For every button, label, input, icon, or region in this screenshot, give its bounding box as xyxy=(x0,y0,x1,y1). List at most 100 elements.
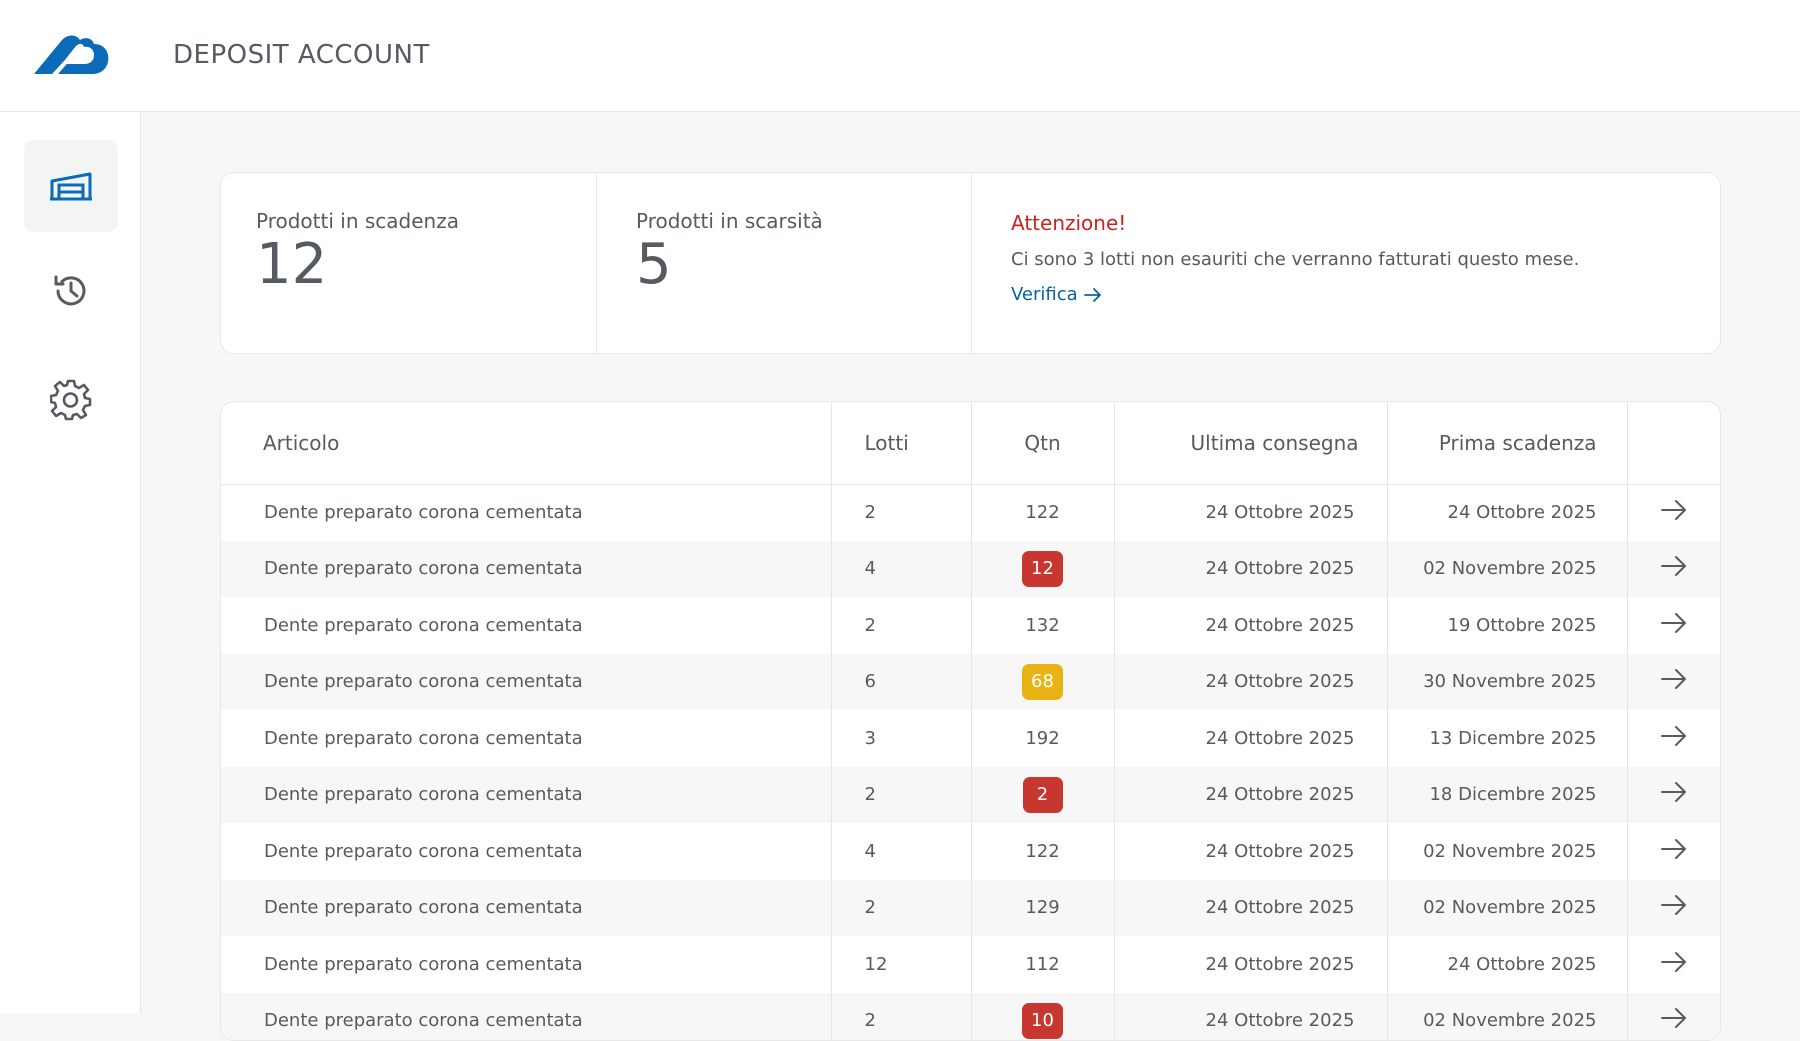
open-row-button[interactable] xyxy=(1660,555,1688,582)
table-row[interactable]: Dente preparato corona cementata 2 2 24 … xyxy=(221,767,1720,824)
cell-prima-scadenza: 24 Ottobre 2025 xyxy=(1387,484,1627,541)
cell-articolo: Dente preparato corona cementata xyxy=(221,541,831,598)
qtn-badge: 68 xyxy=(1022,664,1063,700)
cell-action xyxy=(1627,484,1720,541)
cell-action xyxy=(1627,710,1720,767)
cell-prima-scadenza: 02 Novembre 2025 xyxy=(1387,823,1627,880)
open-row-button[interactable] xyxy=(1660,1007,1688,1034)
sidebar-item-settings[interactable] xyxy=(24,354,118,446)
cell-ultima-consegna: 24 Ottobre 2025 xyxy=(1114,936,1387,993)
qtn-badge: 2 xyxy=(1023,777,1063,813)
sidebar xyxy=(0,112,141,1013)
verifica-link[interactable]: Verifica xyxy=(1011,284,1102,305)
cell-action xyxy=(1627,654,1720,711)
open-row-button[interactable] xyxy=(1660,725,1688,752)
open-row-button[interactable] xyxy=(1660,668,1688,695)
table-row[interactable]: Dente preparato corona cementata 6 68 24… xyxy=(221,654,1720,711)
alert-box: Attenzione! Ci sono 3 lotti non esauriti… xyxy=(972,173,1720,353)
cell-qtn: 10 xyxy=(971,993,1114,1041)
cell-prima-scadenza: 13 Dicembre 2025 xyxy=(1387,710,1627,767)
table-row[interactable]: Dente preparato corona cementata 2 122 2… xyxy=(221,484,1720,541)
cell-ultima-consegna: 24 Ottobre 2025 xyxy=(1114,823,1387,880)
stat-expiring-label: Prodotti in scadenza xyxy=(256,209,596,233)
stat-expiring: Prodotti in scadenza 12 xyxy=(221,173,597,353)
open-row-button[interactable] xyxy=(1660,781,1688,808)
table-row[interactable]: Dente preparato corona cementata 3 192 2… xyxy=(221,710,1720,767)
gear-icon xyxy=(50,379,92,421)
table-row[interactable]: Dente preparato corona cementata 4 12 24… xyxy=(221,541,1720,598)
table-row[interactable]: Dente preparato corona cementata 2 132 2… xyxy=(221,597,1720,654)
header-prima-scadenza[interactable]: Prima scadenza xyxy=(1387,402,1627,484)
cell-qtn: 112 xyxy=(971,936,1114,993)
cell-ultima-consegna: 24 Ottobre 2025 xyxy=(1114,597,1387,654)
cell-lotti: 2 xyxy=(831,484,971,541)
cell-articolo: Dente preparato corona cementata xyxy=(221,767,831,824)
qtn-value: 122 xyxy=(1025,502,1059,523)
cell-articolo: Dente preparato corona cementata xyxy=(221,654,831,711)
cell-lotti: 6 xyxy=(831,654,971,711)
alert-title: Attenzione! xyxy=(1011,211,1720,235)
arrow-right-icon xyxy=(1660,838,1688,860)
qtn-value: 112 xyxy=(1025,954,1059,975)
cell-lotti: 2 xyxy=(831,880,971,937)
cell-action xyxy=(1627,993,1720,1041)
header-qtn[interactable]: Qtn xyxy=(971,402,1114,484)
open-row-button[interactable] xyxy=(1660,951,1688,978)
cell-qtn: 132 xyxy=(971,597,1114,654)
qtn-value: 192 xyxy=(1025,728,1059,749)
cell-articolo: Dente preparato corona cementata xyxy=(221,993,831,1041)
history-icon xyxy=(51,271,91,311)
cell-action xyxy=(1627,767,1720,824)
arrow-right-icon xyxy=(1084,288,1102,302)
table-header-row: Articolo Lotti Qtn Ultima consegna Prima… xyxy=(221,402,1720,484)
articles-table-card: Articolo Lotti Qtn Ultima consegna Prima… xyxy=(220,401,1721,1041)
cell-lotti: 12 xyxy=(831,936,971,993)
cell-qtn: 2 xyxy=(971,767,1114,824)
arrow-right-icon xyxy=(1660,555,1688,577)
cell-lotti: 2 xyxy=(831,597,971,654)
cell-lotti: 4 xyxy=(831,541,971,598)
table-row[interactable]: Dente preparato corona cementata 2 10 24… xyxy=(221,993,1720,1041)
cell-qtn: 68 xyxy=(971,654,1114,711)
top-bar: DEPOSIT ACCOUNT xyxy=(0,0,1800,112)
header-ultima-consegna[interactable]: Ultima consegna xyxy=(1114,402,1387,484)
header-actions xyxy=(1627,402,1720,484)
sidebar-item-warehouse[interactable] xyxy=(24,140,118,232)
header-articolo[interactable]: Articolo xyxy=(221,402,831,484)
cell-articolo: Dente preparato corona cementata xyxy=(221,597,831,654)
cell-lotti: 2 xyxy=(831,993,971,1041)
stats-panel: Prodotti in scadenza 12 Prodotti in scar… xyxy=(220,172,1721,354)
cell-articolo: Dente preparato corona cementata xyxy=(221,880,831,937)
arrow-right-icon xyxy=(1660,499,1688,521)
cell-prima-scadenza: 02 Novembre 2025 xyxy=(1387,541,1627,598)
cell-prima-scadenza: 30 Novembre 2025 xyxy=(1387,654,1627,711)
stat-scarce-value: 5 xyxy=(636,237,971,293)
table-row[interactable]: Dente preparato corona cementata 12 112 … xyxy=(221,936,1720,993)
open-row-button[interactable] xyxy=(1660,838,1688,865)
open-row-button[interactable] xyxy=(1660,499,1688,526)
qtn-value: 129 xyxy=(1025,897,1059,918)
cell-prima-scadenza: 24 Ottobre 2025 xyxy=(1387,936,1627,993)
cell-articolo: Dente preparato corona cementata xyxy=(221,936,831,993)
open-row-button[interactable] xyxy=(1660,612,1688,639)
cloud-b-logo[interactable] xyxy=(32,34,110,76)
stat-expiring-value: 12 xyxy=(256,237,596,293)
cell-lotti: 3 xyxy=(831,710,971,767)
arrow-right-icon xyxy=(1660,1007,1688,1029)
cell-articolo: Dente preparato corona cementata xyxy=(221,823,831,880)
cell-qtn: 122 xyxy=(971,484,1114,541)
sidebar-item-history[interactable] xyxy=(24,245,118,337)
header-lotti[interactable]: Lotti xyxy=(831,402,971,484)
app-title: DEPOSIT ACCOUNT xyxy=(173,40,430,70)
cell-action xyxy=(1627,823,1720,880)
cell-ultima-consegna: 24 Ottobre 2025 xyxy=(1114,541,1387,598)
cell-qtn: 12 xyxy=(971,541,1114,598)
table-row[interactable]: Dente preparato corona cementata 4 122 2… xyxy=(221,823,1720,880)
table-row[interactable]: Dente preparato corona cementata 2 129 2… xyxy=(221,880,1720,937)
cell-prima-scadenza: 19 Ottobre 2025 xyxy=(1387,597,1627,654)
arrow-right-icon xyxy=(1660,725,1688,747)
open-row-button[interactable] xyxy=(1660,894,1688,921)
cell-qtn: 192 xyxy=(971,710,1114,767)
cell-ultima-consegna: 24 Ottobre 2025 xyxy=(1114,993,1387,1041)
cell-prima-scadenza: 02 Novembre 2025 xyxy=(1387,993,1627,1041)
